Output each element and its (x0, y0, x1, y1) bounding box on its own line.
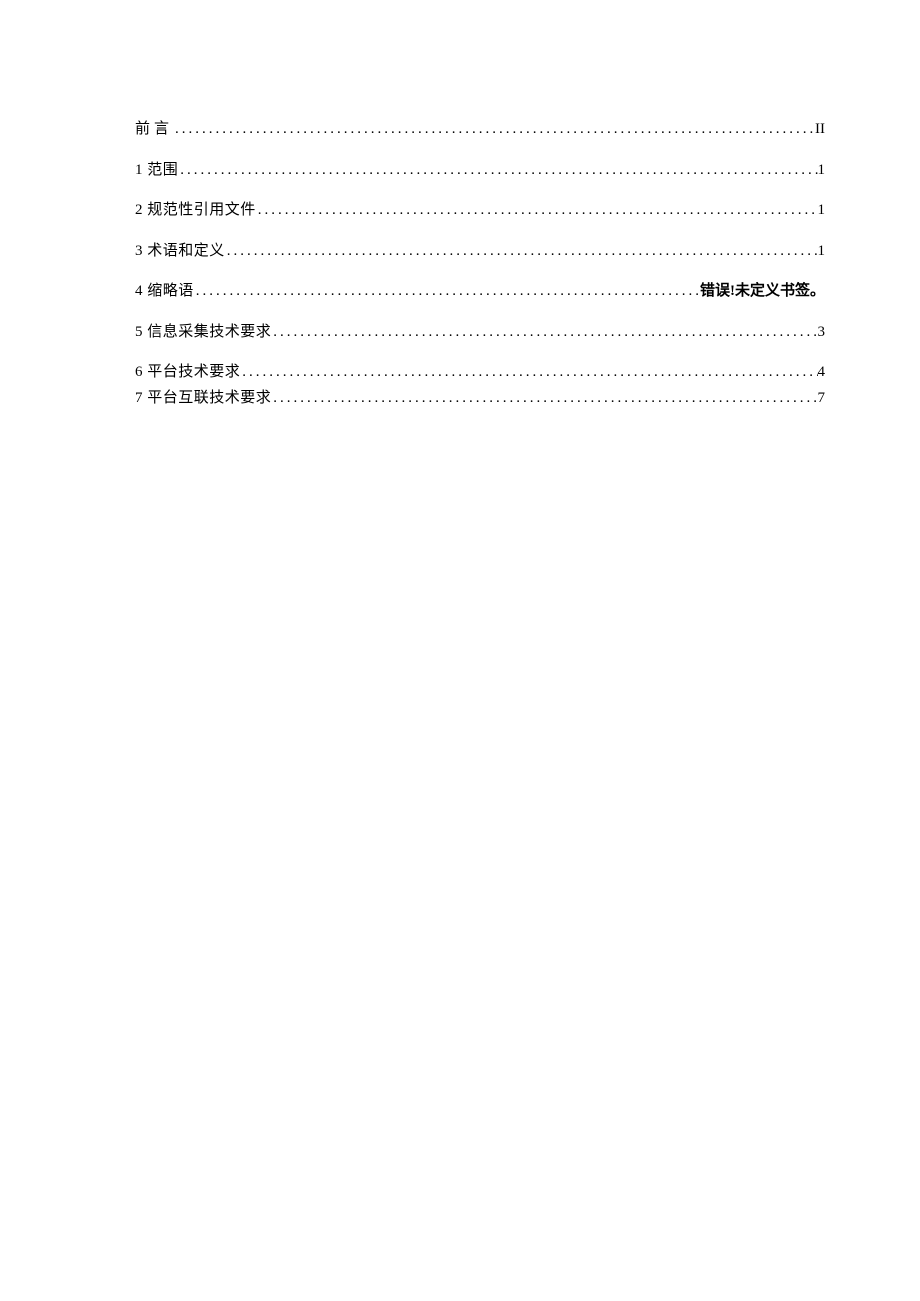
toc-label: 2 规范性引用文件 (135, 199, 256, 222)
toc-label: 1 范围 (135, 159, 178, 182)
toc-page-number: 1 (818, 199, 826, 222)
toc-page-number: 4 (818, 361, 826, 384)
toc-page-number: 7 (818, 387, 826, 410)
toc-leader-dots (271, 387, 817, 410)
toc-page-error: 错误!未定义书签。 (700, 280, 825, 303)
toc-leader-dots (178, 159, 817, 182)
toc-leader-dots (173, 118, 815, 141)
toc-label: 前言 (135, 118, 173, 141)
toc-page-number: 1 (818, 240, 826, 263)
toc-entry: 7 平台互联技术要求 7 (135, 387, 825, 410)
toc-page-number: 3 (818, 321, 826, 344)
toc-entry: 3 术语和定义 1 (135, 240, 825, 263)
toc-entry: 2 规范性引用文件 1 (135, 199, 825, 222)
toc-entry: 1 范围 1 (135, 159, 825, 182)
toc-label: 3 术语和定义 (135, 240, 225, 263)
toc-leader-dots (225, 240, 818, 263)
toc-entry: 前言 II (135, 118, 825, 141)
toc-label: 7 平台互联技术要求 (135, 387, 271, 410)
toc-label: 4 缩略语 (135, 280, 194, 303)
toc-label: 5 信息采集技术要求 (135, 321, 271, 344)
toc-entry: 4 缩略语 错误!未定义书签。 (135, 280, 825, 303)
toc-label: 6 平台技术要求 (135, 361, 240, 384)
table-of-contents: 前言 II 1 范围 1 2 规范性引用文件 1 3 术语和定义 1 4 缩略语… (135, 118, 825, 409)
toc-page-number: 1 (818, 159, 826, 182)
toc-page-number: II (815, 118, 825, 141)
toc-leader-dots (271, 321, 817, 344)
toc-entry: 5 信息采集技术要求 3 (135, 321, 825, 344)
toc-leader-dots (194, 280, 700, 303)
toc-leader-dots (240, 361, 817, 384)
toc-entry: 6 平台技术要求 4 (135, 361, 825, 384)
toc-leader-dots (256, 199, 818, 222)
